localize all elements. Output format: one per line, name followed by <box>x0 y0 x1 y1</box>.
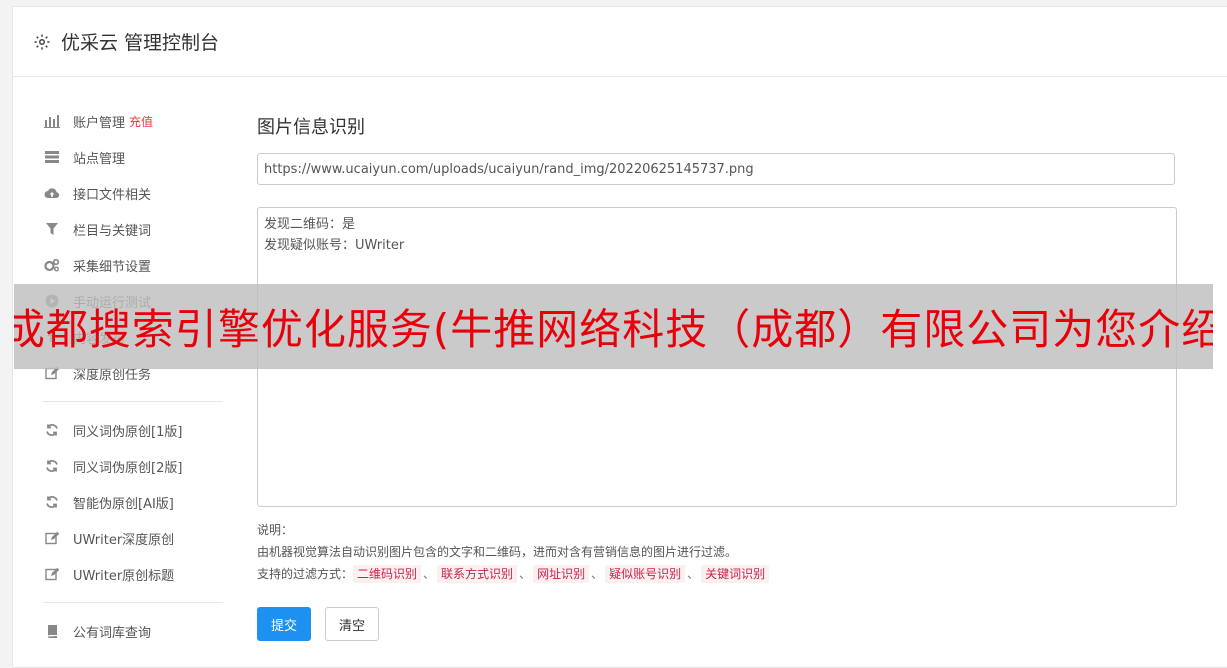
description-text: 由机器视觉算法自动识别图片包含的文字和二维码，进而对含有营销信息的图片进行过滤。 <box>257 545 738 559</box>
filter-tag: 联系方式识别 <box>437 565 518 583</box>
sidebar-item-label: UWriter深度原创 <box>73 532 175 548</box>
description: 说明： 由机器视觉算法自动识别图片包含的文字和二维码，进而对含有营销信息的图片进… <box>257 519 1177 585</box>
filter-label: 支持的过滤方式： <box>257 567 354 581</box>
server-icon <box>43 148 61 166</box>
submit-button[interactable]: 提交 <box>257 607 311 641</box>
filter-separator: 、 <box>687 567 700 581</box>
action-buttons: 提交 清空 <box>257 607 1177 641</box>
edit-icon <box>43 529 61 547</box>
gear-icon <box>33 33 51 51</box>
filter-separator: 、 <box>519 567 532 581</box>
refresh-icon <box>43 421 61 439</box>
sidebar-item-group3-0[interactable]: 公有词库查询 <box>43 613 223 649</box>
filter-tag: 关键词识别 <box>701 565 770 583</box>
sidebar-item-group1-2[interactable]: 接口文件相关 <box>43 175 223 211</box>
sidebar-item-group1-1[interactable]: 站点管理 <box>43 139 223 175</box>
result-line-qrcode: 发现二维码：是 <box>264 217 356 232</box>
sidebar-item-label: 同义词伪原创[2版] <box>73 460 183 476</box>
sidebar-item-label: 同义词伪原创[1版] <box>73 424 183 440</box>
sidebar-divider <box>43 401 223 402</box>
section-title: 图片信息识别 <box>257 117 365 138</box>
console-header: 优采云 管理控制台 <box>13 7 1227 77</box>
sidebar-item-group1-0[interactable]: 账户管理 充值 <box>43 103 223 139</box>
sidebar-item-group1-3[interactable]: 栏目与关键词 <box>43 211 223 247</box>
sidebar-item-label: 接口文件相关 <box>73 187 152 203</box>
clear-button[interactable]: 清空 <box>325 607 379 641</box>
description-label: 说明： <box>257 523 294 537</box>
result-line-account: 发现疑似账号：UWriter <box>264 238 405 253</box>
sidebar-item-label: 公有词库查询 <box>73 625 152 641</box>
sidebar-item-group1-4[interactable]: 采集细节设置 <box>43 247 223 283</box>
sidebar-item-label: 智能伪原创[AI版] <box>73 496 174 512</box>
cogs-icon <box>43 256 61 274</box>
edit-icon <box>43 565 61 583</box>
sidebar-item-group2-3[interactable]: UWriter深度原创 <box>43 520 223 556</box>
watermark-banner: 成都搜索引擎优化服务(牛推网络科技（成都）有限公司为您介绍 <box>14 284 1213 369</box>
filter-icon <box>43 220 61 238</box>
recharge-badge-link[interactable]: 充值 <box>129 113 153 130</box>
sidebar-item-group2-0[interactable]: 同义词伪原创[1版] <box>43 412 223 448</box>
filter-tag: 疑似账号识别 <box>605 565 686 583</box>
filter-tag: 网址识别 <box>533 565 590 583</box>
sidebar-item-label: 采集细节设置 <box>73 259 152 275</box>
main-panel: 图片信息识别 发现二维码：是 发现疑似账号：UWriter 说明： 由机器视觉算… <box>257 103 1177 641</box>
watermark-text: 成都搜索引擎优化服务(牛推网络科技（成都）有限公司为您介绍 <box>14 305 1213 354</box>
filter-tag: 二维码识别 <box>353 565 422 583</box>
filter-methods: 支持的过滤方式： 二维码识别、联系方式识别、网址识别、疑似账号识别、关键词识别 <box>257 563 1177 585</box>
bar-chart-icon <box>43 112 61 130</box>
sidebar-divider <box>43 602 223 603</box>
refresh-icon <box>43 457 61 475</box>
sidebar-item-label: UWriter原创标题 <box>73 568 175 584</box>
refresh-icon <box>43 493 61 511</box>
page-title: 优采云 管理控制台 <box>61 32 220 54</box>
sidebar: 账户管理充值站点管理接口文件相关栏目与关键词采集细节设置手动运行测试内容发布深度… <box>43 103 223 649</box>
book-icon <box>43 622 61 640</box>
sidebar-item-group2-4[interactable]: UWriter原创标题 <box>43 556 223 592</box>
sidebar-item-group2-1[interactable]: 同义词伪原创[2版] <box>43 448 223 484</box>
sidebar-item-label: 账户管理 <box>73 115 126 131</box>
sidebar-item-label: 站点管理 <box>73 151 126 167</box>
image-url-input[interactable] <box>257 153 1175 185</box>
sidebar-item-group2-2[interactable]: 智能伪原创[AI版] <box>43 484 223 520</box>
filter-separator: 、 <box>591 567 604 581</box>
filter-separator: 、 <box>423 567 436 581</box>
sidebar-item-label: 栏目与关键词 <box>73 223 152 239</box>
cloud-upload-icon <box>43 184 61 202</box>
